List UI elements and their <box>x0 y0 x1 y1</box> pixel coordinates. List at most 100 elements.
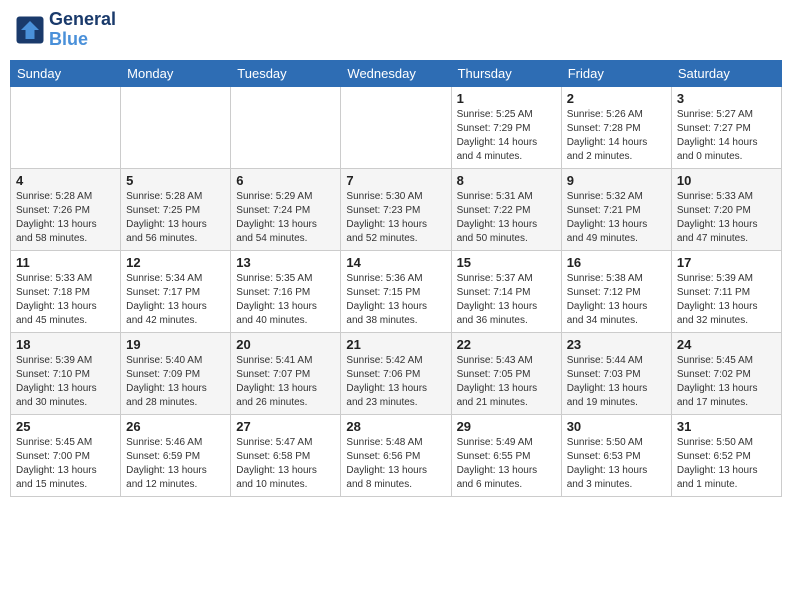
day-of-week-header: Wednesday <box>341 60 451 86</box>
day-info: Sunrise: 5:29 AM Sunset: 7:24 PM Dayligh… <box>236 190 335 246</box>
calendar-table: SundayMondayTuesdayWednesdayThursdayFrid… <box>10 60 782 497</box>
day-info: Sunrise: 5:50 AM Sunset: 6:53 PM Dayligh… <box>567 436 666 492</box>
calendar-cell: 5 Sunrise: 5:28 AM Sunset: 7:25 PM Daylig… <box>121 168 231 250</box>
day-info: Sunrise: 5:45 AM Sunset: 7:00 PM Dayligh… <box>16 436 115 492</box>
day-info: Sunrise: 5:41 AM Sunset: 7:07 PM Dayligh… <box>236 354 335 410</box>
day-of-week-header: Thursday <box>451 60 561 86</box>
calendar-cell <box>341 86 451 168</box>
week-row: 4 Sunrise: 5:28 AM Sunset: 7:26 PM Daylig… <box>11 168 782 250</box>
day-number: 7 <box>346 173 445 188</box>
calendar-cell <box>121 86 231 168</box>
calendar-cell: 16 Sunrise: 5:38 AM Sunset: 7:12 PM Dayli… <box>561 250 671 332</box>
week-row: 11 Sunrise: 5:33 AM Sunset: 7:18 PM Dayli… <box>11 250 782 332</box>
page-header: General Blue <box>10 10 782 50</box>
day-number: 3 <box>677 91 776 106</box>
day-number: 6 <box>236 173 335 188</box>
calendar-cell: 21Sunrise: 5:42 AM Sunset: 7:06 PM Dayli… <box>341 332 451 414</box>
day-number: 10 <box>677 173 776 188</box>
day-number: 12 <box>126 255 225 270</box>
day-info: Sunrise: 5:37 AM Sunset: 7:14 PM Dayligh… <box>457 272 556 328</box>
day-info: Sunrise: 5:47 AM Sunset: 6:58 PM Dayligh… <box>236 436 335 492</box>
calendar-cell: 25Sunrise: 5:45 AM Sunset: 7:00 PM Dayli… <box>11 414 121 496</box>
week-row: 18 Sunrise: 5:39 AM Sunset: 7:10 PM Dayli… <box>11 332 782 414</box>
day-number: 9 <box>567 173 666 188</box>
day-number: 14 <box>346 255 445 270</box>
day-number: 18 <box>16 337 115 352</box>
calendar-cell: 30 Sunrise: 5:50 AM Sunset: 6:53 PM Dayli… <box>561 414 671 496</box>
calendar-cell <box>11 86 121 168</box>
calendar-cell: 2 Sunrise: 5:26 AM Sunset: 7:28 PM Daylig… <box>561 86 671 168</box>
day-info: Sunrise: 5:36 AM Sunset: 7:15 PM Dayligh… <box>346 272 445 328</box>
day-number: 4 <box>16 173 115 188</box>
day-number: 16 <box>567 255 666 270</box>
day-info: Sunrise: 5:40 AM Sunset: 7:09 PM Dayligh… <box>126 354 225 410</box>
day-of-week-header: Friday <box>561 60 671 86</box>
calendar-cell: 22 Sunrise: 5:43 AM Sunset: 7:05 PM Dayli… <box>451 332 561 414</box>
calendar-cell: 20 Sunrise: 5:41 AM Sunset: 7:07 PM Dayli… <box>231 332 341 414</box>
day-info: Sunrise: 5:38 AM Sunset: 7:12 PM Dayligh… <box>567 272 666 328</box>
day-info: Sunrise: 5:46 AM Sunset: 6:59 PM Dayligh… <box>126 436 225 492</box>
day-number: 28 <box>346 419 445 434</box>
day-number: 13 <box>236 255 335 270</box>
day-of-week-header: Sunday <box>11 60 121 86</box>
calendar-header-row: SundayMondayTuesdayWednesdayThursdayFrid… <box>11 60 782 86</box>
day-number: 31 <box>677 419 776 434</box>
calendar-cell: 18 Sunrise: 5:39 AM Sunset: 7:10 PM Dayli… <box>11 332 121 414</box>
day-info: Sunrise: 5:33 AM Sunset: 7:20 PM Dayligh… <box>677 190 776 246</box>
day-info: Sunrise: 5:43 AM Sunset: 7:05 PM Dayligh… <box>457 354 556 410</box>
logo-icon <box>15 15 45 45</box>
day-number: 1 <box>457 91 556 106</box>
day-number: 23 <box>567 337 666 352</box>
calendar-cell: 19 Sunrise: 5:40 AM Sunset: 7:09 PM Dayli… <box>121 332 231 414</box>
calendar-cell: 23 Sunrise: 5:44 AM Sunset: 7:03 PM Dayli… <box>561 332 671 414</box>
day-number: 19 <box>126 337 225 352</box>
week-row: 25Sunrise: 5:45 AM Sunset: 7:00 PM Dayli… <box>11 414 782 496</box>
day-info: Sunrise: 5:27 AM Sunset: 7:27 PM Dayligh… <box>677 108 776 164</box>
calendar-cell: 31Sunrise: 5:50 AM Sunset: 6:52 PM Dayli… <box>671 414 781 496</box>
day-info: Sunrise: 5:33 AM Sunset: 7:18 PM Dayligh… <box>16 272 115 328</box>
logo: General Blue <box>15 10 116 50</box>
day-info: Sunrise: 5:30 AM Sunset: 7:23 PM Dayligh… <box>346 190 445 246</box>
day-of-week-header: Tuesday <box>231 60 341 86</box>
day-info: Sunrise: 5:39 AM Sunset: 7:11 PM Dayligh… <box>677 272 776 328</box>
calendar-cell: 10 Sunrise: 5:33 AM Sunset: 7:20 PM Dayli… <box>671 168 781 250</box>
day-info: Sunrise: 5:34 AM Sunset: 7:17 PM Dayligh… <box>126 272 225 328</box>
day-info: Sunrise: 5:26 AM Sunset: 7:28 PM Dayligh… <box>567 108 666 164</box>
day-number: 11 <box>16 255 115 270</box>
day-info: Sunrise: 5:49 AM Sunset: 6:55 PM Dayligh… <box>457 436 556 492</box>
week-row: 1Sunrise: 5:25 AM Sunset: 7:29 PM Daylig… <box>11 86 782 168</box>
day-number: 15 <box>457 255 556 270</box>
calendar-cell: 6 Sunrise: 5:29 AM Sunset: 7:24 PM Daylig… <box>231 168 341 250</box>
day-number: 27 <box>236 419 335 434</box>
calendar-cell: 13 Sunrise: 5:35 AM Sunset: 7:16 PM Dayli… <box>231 250 341 332</box>
calendar-cell <box>231 86 341 168</box>
day-number: 21 <box>346 337 445 352</box>
calendar-cell: 27 Sunrise: 5:47 AM Sunset: 6:58 PM Dayli… <box>231 414 341 496</box>
day-info: Sunrise: 5:39 AM Sunset: 7:10 PM Dayligh… <box>16 354 115 410</box>
calendar-cell: 11 Sunrise: 5:33 AM Sunset: 7:18 PM Dayli… <box>11 250 121 332</box>
day-info: Sunrise: 5:28 AM Sunset: 7:25 PM Dayligh… <box>126 190 225 246</box>
day-number: 22 <box>457 337 556 352</box>
calendar-cell: 14 Sunrise: 5:36 AM Sunset: 7:15 PM Dayli… <box>341 250 451 332</box>
day-number: 26 <box>126 419 225 434</box>
calendar-cell: 26 Sunrise: 5:46 AM Sunset: 6:59 PM Dayli… <box>121 414 231 496</box>
calendar-cell: 17Sunrise: 5:39 AM Sunset: 7:11 PM Dayli… <box>671 250 781 332</box>
day-info: Sunrise: 5:28 AM Sunset: 7:26 PM Dayligh… <box>16 190 115 246</box>
calendar-cell: 9 Sunrise: 5:32 AM Sunset: 7:21 PM Daylig… <box>561 168 671 250</box>
day-number: 5 <box>126 173 225 188</box>
logo-text: General Blue <box>49 10 116 50</box>
day-of-week-header: Monday <box>121 60 231 86</box>
day-info: Sunrise: 5:45 AM Sunset: 7:02 PM Dayligh… <box>677 354 776 410</box>
day-number: 20 <box>236 337 335 352</box>
day-info: Sunrise: 5:35 AM Sunset: 7:16 PM Dayligh… <box>236 272 335 328</box>
day-number: 29 <box>457 419 556 434</box>
day-info: Sunrise: 5:44 AM Sunset: 7:03 PM Dayligh… <box>567 354 666 410</box>
calendar-cell: 8Sunrise: 5:31 AM Sunset: 7:22 PM Daylig… <box>451 168 561 250</box>
day-info: Sunrise: 5:32 AM Sunset: 7:21 PM Dayligh… <box>567 190 666 246</box>
day-number: 30 <box>567 419 666 434</box>
calendar-cell: 15 Sunrise: 5:37 AM Sunset: 7:14 PM Dayli… <box>451 250 561 332</box>
day-number: 2 <box>567 91 666 106</box>
calendar-cell: 4 Sunrise: 5:28 AM Sunset: 7:26 PM Daylig… <box>11 168 121 250</box>
day-number: 8 <box>457 173 556 188</box>
calendar-cell: 12 Sunrise: 5:34 AM Sunset: 7:17 PM Dayli… <box>121 250 231 332</box>
